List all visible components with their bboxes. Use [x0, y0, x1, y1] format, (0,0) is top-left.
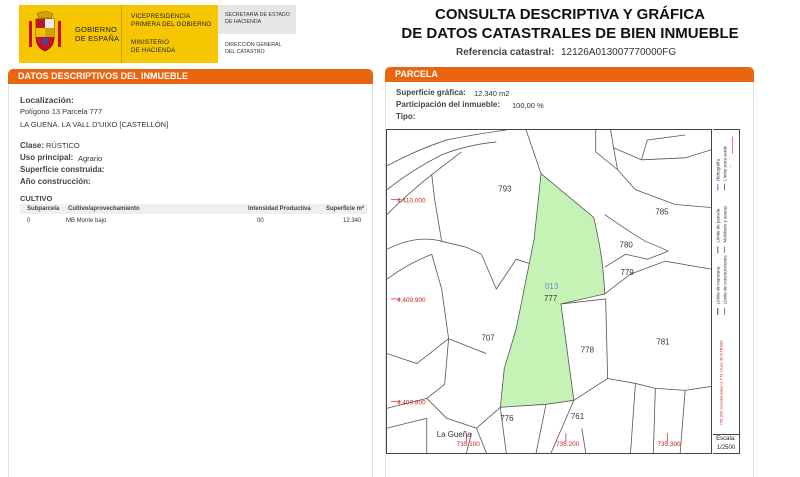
cultivo-title: CULTIVO [20, 194, 53, 203]
superficie-construida-label: Superficie construida: [20, 165, 105, 174]
legend-item: Límite de construcciones [722, 255, 727, 305]
cell-superficie: 12.340 [343, 218, 362, 224]
parcel-label: 776 [500, 414, 514, 423]
parcel-label: 779 [621, 268, 635, 277]
localizacion-label: Localización: [20, 95, 74, 105]
page-title: CONSULTA DESCRIPTIVA Y GRÁFICA DE DATOS … [400, 5, 740, 43]
cadastral-reference-label: Referencia catastral: [456, 47, 555, 58]
legend-item: Mobiliario y aceras [722, 205, 727, 243]
cultivo-table-header: Subparcela Cultivo/aprovechamiento Inten… [20, 204, 367, 214]
parcel-label: 777 [544, 294, 558, 303]
scale-label: Escala: [716, 436, 736, 442]
clase-value: RÚSTICO [46, 141, 80, 150]
uso-principal-label: Uso principal: [20, 153, 74, 162]
directorate-name: DIRECCIÓN GENERAL DEL CATASTRO [225, 42, 282, 56]
participacion-value: 100,00 % [512, 101, 544, 110]
x-coord-label: 735.200 [556, 441, 580, 448]
y-coord-label: 4.409.900 [397, 297, 426, 304]
y-coord-label: 4.409.800 [397, 399, 426, 406]
legend-item: Límite zona verde [722, 145, 727, 181]
map-legend: Hidrografía Límite zona verde Límite de … [713, 129, 740, 435]
x-coord-label: 735.100 [457, 441, 481, 448]
cadastral-map[interactable]: 793 785 780 779 777 013 707 778 781 776 … [386, 129, 712, 454]
parcel-label: 793 [498, 185, 512, 194]
sec-line2: DE HACIENDA [225, 19, 262, 25]
col-cultivo: Cultivo/aprovechamiento [68, 206, 140, 212]
map-scale: Escala: 1/2500 [713, 435, 740, 454]
y-coord-label: 4.410.000 [397, 198, 426, 205]
cell-cultivo: MB Monte bajo [66, 218, 107, 224]
ministry-name: MINISTERIO DE HACIENDA [131, 39, 176, 55]
table-row: 0 MB Monte bajo 00 12.340 [20, 216, 367, 226]
uso-principal-value: Agrario [78, 154, 103, 163]
min-line1: MINISTERIO [131, 39, 170, 46]
legend-item: Hidrografía [716, 159, 721, 181]
x-coord-label: 735.300 [657, 441, 681, 448]
min-line2: DE HACIENDA [131, 47, 176, 54]
parcel-label: 707 [481, 334, 495, 343]
col-subparcela: Subparcela [27, 206, 60, 212]
secretariat-block: SECRETARÍA DE ESTADO DE HACIENDA [218, 5, 296, 34]
parcel-label: 013 [545, 282, 559, 291]
vp-line1: VICEPRESIDENCIA [131, 13, 191, 20]
government-name: GOBIERNO DE ESPAÑA [75, 25, 119, 43]
tipo-label: Tipo: [396, 112, 416, 121]
secretariat-name: SECRETARÍA DE ESTADO DE HACIENDA [225, 12, 290, 26]
dir-line2: DEL CATASTRO [225, 49, 265, 55]
localizacion-line2: LA GUENA. LA VALL D'UIXO [CASTELLÓN] [20, 120, 169, 129]
title-line2: DE DATOS CATASTRALES DE BIEN INMUEBLE [401, 25, 739, 42]
section-header-parcela: PARCELA [385, 67, 754, 82]
gov-line1: GOBIERNO [75, 25, 118, 34]
superficie-grafica-value: 12.340 m2 [474, 89, 510, 98]
parcel-label: 785 [655, 207, 669, 216]
legend-item: Límite de parcela [716, 208, 721, 242]
parcel-label: 780 [620, 240, 634, 249]
vp-line2: PRIMERA DEL GOBIERNO [131, 21, 212, 28]
cadastral-reference-value: 12126A013007770000FG [561, 47, 677, 58]
cell-subparcela: 0 [27, 218, 31, 224]
gov-line2: DE ESPAÑA [75, 34, 120, 43]
legend-item: Límite de manzana [716, 266, 721, 304]
parcel-label: 778 [581, 346, 595, 355]
section-header-descriptive: DATOS DESCRIPTIVOS DEL INMUEBLE [8, 69, 373, 84]
parcel-label: 761 [571, 412, 585, 421]
localizacion-line1: Polígono 13 Parcela 777 [20, 107, 103, 116]
title-line1: CONSULTA DESCRIPTIVA Y GRÁFICA [434, 6, 705, 23]
participacion-label: Participación del inmueble: [396, 100, 501, 109]
col-intensidad: Intensidad Productiva [248, 206, 311, 212]
clase-label: Clase: [20, 141, 45, 150]
coat-of-arms-icon [29, 11, 61, 52]
north-arrow-icon: ↑ [729, 164, 731, 169]
vicepresidency-name: VICEPRESIDENCIA PRIMERA DEL GOBIERNO [131, 13, 211, 29]
parcel-label: 781 [656, 338, 670, 347]
projection-note: 735.300 Coordenadas U.T.M. Huso 30 ETRS8… [719, 340, 724, 426]
sec-line1: SECRETARÍA DE ESTADO [225, 12, 290, 18]
scale-value: 1/2500 [716, 445, 736, 451]
ministry-block: VICEPRESIDENCIA PRIMERA DEL GOBIERNO MIN… [121, 5, 218, 63]
superficie-grafica-label: Superficie gráfica: [396, 88, 466, 97]
dir-line1: DIRECCIÓN GENERAL [225, 42, 282, 48]
col-superficie: Superficie m² [326, 206, 365, 212]
cell-intensidad: 00 [257, 218, 264, 224]
anio-construccion-label: Año construcción: [20, 177, 91, 186]
